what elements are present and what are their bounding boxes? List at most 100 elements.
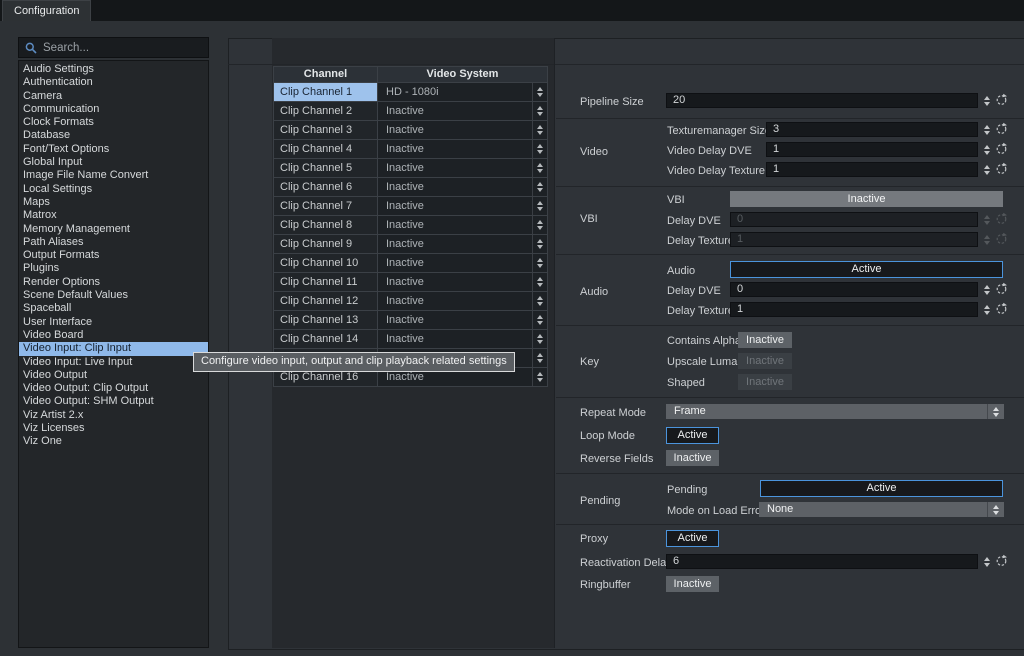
video-system-stepper[interactable] <box>532 368 547 386</box>
video-system-stepper[interactable] <box>532 311 547 329</box>
video-system-stepper[interactable] <box>532 102 547 120</box>
video-system-dropdown[interactable]: Inactive <box>378 121 547 139</box>
sidebar-item[interactable]: Communication <box>19 103 208 116</box>
channel-cell[interactable]: Clip Channel 3 <box>274 121 377 139</box>
repeat-mode-stepper[interactable] <box>987 404 1004 419</box>
sidebar-item[interactable]: Scene Default Values <box>19 289 208 302</box>
sidebar-item[interactable]: User Interface <box>19 316 208 329</box>
ringbuffer-button[interactable]: Inactive <box>666 576 719 592</box>
audio-delay-texture-refresh-icon[interactable] <box>995 302 1008 315</box>
video-system-dropdown[interactable]: Inactive <box>378 197 547 215</box>
video-system-stepper[interactable] <box>532 121 547 139</box>
video-system-dropdown[interactable]: Inactive <box>378 254 547 272</box>
sidebar-item[interactable]: Render Options <box>19 276 208 289</box>
channel-cell[interactable]: Clip Channel 10 <box>274 254 377 272</box>
sidebar-item[interactable]: Clock Formats <box>19 116 208 129</box>
channel-cell[interactable]: Clip Channel 1 <box>274 83 377 101</box>
audio-delay-texture-stepper[interactable] <box>981 303 993 316</box>
sidebar-item[interactable]: Image File Name Convert <box>19 169 208 182</box>
video-system-stepper[interactable] <box>532 216 547 234</box>
video-system-dropdown[interactable]: Inactive <box>378 140 547 158</box>
channel-cell[interactable]: Clip Channel 14 <box>274 330 377 348</box>
sidebar-item[interactable]: Memory Management <box>19 223 208 236</box>
mode-on-load-error-stepper[interactable] <box>987 502 1004 517</box>
reverse-fields-button[interactable]: Inactive <box>666 450 719 466</box>
loop-mode-button[interactable]: Active <box>666 427 719 444</box>
sidebar-item[interactable]: Spaceball <box>19 302 208 315</box>
sidebar-item[interactable]: Video Output <box>19 369 208 382</box>
sidebar-item[interactable]: Video Output: SHM Output <box>19 395 208 408</box>
channel-cell[interactable]: Clip Channel 12 <box>274 292 377 310</box>
audio-delay-texture-input[interactable]: 1 <box>730 302 978 317</box>
sidebar-item[interactable]: Viz Licenses <box>19 422 208 435</box>
sidebar-item[interactable]: Viz Artist 2.x <box>19 409 208 422</box>
pending-toggle-button[interactable]: Active <box>760 480 1003 497</box>
video-system-stepper[interactable] <box>532 235 547 253</box>
video-system-stepper[interactable] <box>532 273 547 291</box>
video-system-stepper[interactable] <box>532 140 547 158</box>
channel-cell[interactable]: Clip Channel 13 <box>274 311 377 329</box>
sidebar-item[interactable]: Viz One <box>19 435 208 448</box>
video-system-dropdown[interactable]: HD - 1080i <box>378 83 547 101</box>
reactivation-delay-stepper[interactable] <box>981 555 993 568</box>
sidebar-item[interactable]: Matrox <box>19 209 208 222</box>
pipeline-size-stepper[interactable] <box>981 94 993 107</box>
video-system-stepper[interactable] <box>532 349 547 367</box>
channel-cell[interactable]: Clip Channel 9 <box>274 235 377 253</box>
video-system-stepper[interactable] <box>532 197 547 215</box>
contains-alpha-button[interactable]: Inactive <box>738 332 792 348</box>
channel-cell[interactable]: Clip Channel 5 <box>274 159 377 177</box>
sidebar-item[interactable]: Audio Settings <box>19 63 208 76</box>
texturemanager-size-refresh-icon[interactable] <box>995 122 1008 135</box>
sidebar-item[interactable]: Plugins <box>19 262 208 275</box>
sidebar-item[interactable]: Database <box>19 129 208 142</box>
sidebar-item[interactable]: Output Formats <box>19 249 208 262</box>
pipeline-size-refresh-icon[interactable] <box>995 93 1008 106</box>
video-delay-texture-input[interactable]: 1 <box>766 162 978 177</box>
video-system-stepper[interactable] <box>532 254 547 272</box>
sidebar-item[interactable]: Video Output: Clip Output <box>19 382 208 395</box>
channel-cell[interactable]: Clip Channel 11 <box>274 273 377 291</box>
video-system-dropdown[interactable]: Inactive <box>378 178 547 196</box>
video-system-dropdown[interactable]: Inactive <box>378 235 547 253</box>
channel-cell[interactable]: Clip Channel 8 <box>274 216 377 234</box>
pipeline-size-input[interactable]: 20 <box>666 93 978 108</box>
video-system-dropdown[interactable]: Inactive <box>378 292 547 310</box>
repeat-mode-dropdown[interactable]: Frame <box>666 404 1004 419</box>
video-system-dropdown[interactable]: Inactive <box>378 159 547 177</box>
video-system-stepper[interactable] <box>532 159 547 177</box>
sidebar-item[interactable]: Font/Text Options <box>19 143 208 156</box>
texturemanager-size-stepper[interactable] <box>981 123 993 136</box>
sidebar-item[interactable]: Video Input: Live Input <box>19 356 208 369</box>
video-system-stepper[interactable] <box>532 83 547 101</box>
video-delay-dve-stepper[interactable] <box>981 143 993 156</box>
video-system-stepper[interactable] <box>532 330 547 348</box>
video-system-stepper[interactable] <box>532 178 547 196</box>
video-delay-dve-refresh-icon[interactable] <box>995 142 1008 155</box>
video-delay-texture-stepper[interactable] <box>981 163 993 176</box>
mode-on-load-error-dropdown[interactable]: None <box>759 502 1004 517</box>
video-delay-texture-refresh-icon[interactable] <box>995 162 1008 175</box>
reactivation-delay-input[interactable]: 6 <box>666 554 978 569</box>
proxy-button[interactable]: Active <box>666 530 719 547</box>
reactivation-delay-refresh-icon[interactable] <box>995 554 1008 567</box>
video-system-dropdown[interactable]: Inactive <box>378 102 547 120</box>
sidebar-item[interactable]: Video Board <box>19 329 208 342</box>
sidebar-item[interactable]: Maps <box>19 196 208 209</box>
channel-cell[interactable]: Clip Channel 4 <box>274 140 377 158</box>
channel-cell[interactable]: Clip Channel 2 <box>274 102 377 120</box>
video-system-dropdown[interactable]: Inactive <box>378 216 547 234</box>
video-system-dropdown[interactable]: Inactive <box>378 273 547 291</box>
sidebar-item[interactable]: Video Input: Clip Input <box>19 342 208 356</box>
sidebar-item[interactable]: Global Input <box>19 156 208 169</box>
sidebar-item[interactable]: Path Aliases <box>19 236 208 249</box>
vbi-toggle-button[interactable]: Inactive <box>730 191 1003 207</box>
video-system-stepper[interactable] <box>532 292 547 310</box>
texturemanager-size-input[interactable]: 3 <box>766 122 978 137</box>
search-input[interactable]: Search... <box>18 37 209 58</box>
channel-cell[interactable]: Clip Channel 6 <box>274 178 377 196</box>
tab-configuration[interactable]: Configuration <box>2 0 92 21</box>
audio-delay-dve-stepper[interactable] <box>981 283 993 296</box>
video-system-dropdown[interactable]: Inactive <box>378 330 547 348</box>
audio-toggle-button[interactable]: Active <box>730 261 1003 278</box>
